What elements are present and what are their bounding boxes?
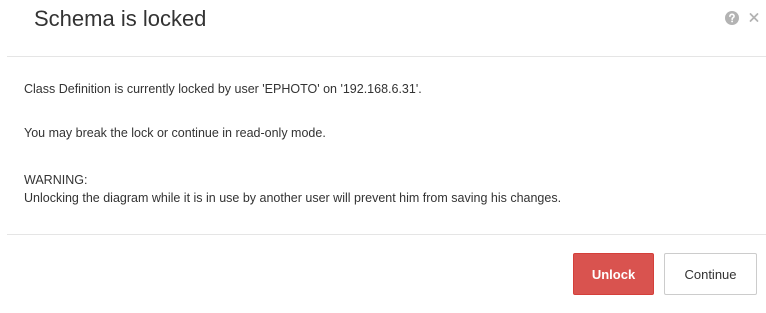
question-circle-icon[interactable] (725, 11, 739, 25)
unlock-button[interactable]: Unlock (573, 253, 654, 295)
dialog-title: Schema is locked (34, 6, 207, 31)
footer-divider (7, 234, 766, 235)
schema-locked-dialog: Schema is locked Class Definition is cur… (0, 0, 766, 313)
warning-label: WARNING: (24, 173, 88, 187)
warning-message: Unlocking the diagram while it is in use… (24, 191, 562, 205)
continue-button[interactable]: Continue (664, 253, 757, 295)
options-message: You may break the lock or continue in re… (24, 126, 326, 140)
lock-message: Class Definition is currently locked by … (24, 82, 422, 96)
header-divider (7, 56, 766, 57)
close-icon[interactable] (748, 10, 760, 24)
dialog-header: Schema is locked (0, 0, 766, 56)
